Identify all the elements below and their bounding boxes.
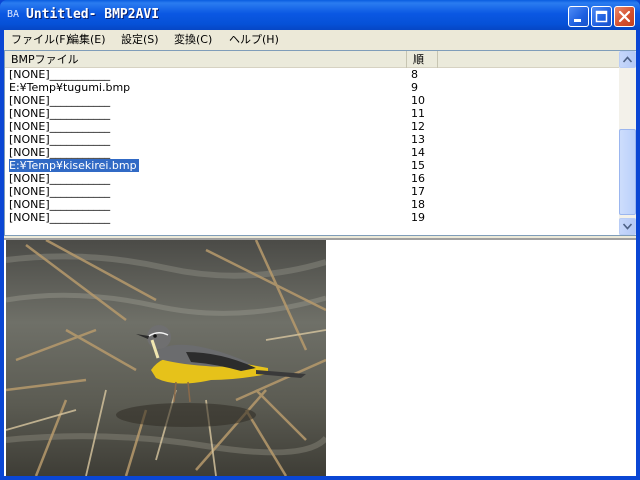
menu-help[interactable]: ヘルプ(H) — [226, 32, 282, 48]
order-cell: 16 — [411, 172, 425, 185]
title-bar[interactable]: BA Untitled- BMP2AVI — [0, 0, 640, 30]
app-window: BA Untitled- BMP2AVI ファイル(F) 編集(E) 設定(S)… — [0, 0, 640, 480]
order-cell: 15 — [411, 159, 425, 172]
bmp-file-cell: [NONE]___________ — [9, 107, 111, 120]
list-item[interactable]: [NONE]___________ 19 — [5, 211, 619, 224]
bmp-file-cell: [NONE]___________ — [9, 94, 111, 107]
bird-photo — [6, 240, 326, 476]
list-item[interactable]: [NONE]___________ 18 — [5, 198, 619, 211]
column-header-bmp-file[interactable]: BMPファイル — [5, 51, 407, 68]
bmp-file-cell: E:¥Temp¥kisekirei.bmp — [9, 159, 139, 172]
list-item[interactable]: [NONE]___________ 13 — [5, 133, 619, 146]
bmp-file-cell: [NONE]___________ — [9, 211, 111, 224]
window-title: Untitled- BMP2AVI — [26, 7, 160, 22]
order-cell: 17 — [411, 185, 425, 198]
image-preview-pane — [4, 238, 636, 476]
order-cell: 10 — [411, 94, 425, 107]
menu-file[interactable]: ファイル(F) — [8, 32, 73, 48]
list-item[interactable]: [NONE]___________ 10 — [5, 94, 619, 107]
list-item[interactable]: [NONE]___________ 12 — [5, 120, 619, 133]
list-rows: [NONE]___________ 8 E:¥Temp¥tugumi.bmp 9 [NO… — [5, 68, 619, 224]
bmp-file-cell: E:¥Temp¥tugumi.bmp — [9, 81, 131, 94]
bmp-file-cell: [NONE]___________ — [9, 133, 111, 146]
bmp-file-list[interactable]: BMPファイル 順 [NONE]___________ 8 E:¥Temp¥tugu… — [4, 50, 636, 236]
maximize-button[interactable] — [591, 6, 612, 27]
menu-settings[interactable]: 設定(S) — [118, 32, 162, 48]
close-icon — [618, 10, 631, 23]
scroll-down-button[interactable] — [619, 218, 636, 235]
bmp-file-cell: [NONE]___________ — [9, 120, 111, 133]
order-cell: 18 — [411, 198, 425, 211]
list-item[interactable]: [NONE]___________ 11 — [5, 107, 619, 120]
column-header-order[interactable]: 順 — [407, 51, 438, 68]
menu-convert[interactable]: 変換(C) — [171, 32, 215, 48]
vertical-scrollbar[interactable] — [619, 51, 636, 235]
list-item[interactable]: E:¥Temp¥kisekirei.bmp 15 — [5, 159, 619, 172]
minimize-button[interactable] — [568, 6, 589, 27]
order-cell: 19 — [411, 211, 425, 224]
order-cell: 13 — [411, 133, 425, 146]
minimize-icon — [574, 19, 581, 22]
client-area: ファイル(F) 編集(E) 設定(S) 変換(C) ヘルプ(H) BMPファイル… — [4, 30, 636, 476]
order-cell: 12 — [411, 120, 425, 133]
bmp-file-cell: [NONE]___________ — [9, 185, 111, 198]
bmp-file-cell: [NONE]___________ — [9, 198, 111, 211]
menu-edit[interactable]: 編集(E) — [65, 32, 109, 48]
list-item[interactable]: [NONE]___________ 16 — [5, 172, 619, 185]
maximize-icon — [595, 10, 608, 23]
list-item[interactable]: [NONE]___________ 17 — [5, 185, 619, 198]
list-header: BMPファイル 順 — [5, 51, 619, 68]
list-item[interactable]: E:¥Temp¥tugumi.bmp 9 — [5, 81, 619, 94]
arrow-down-icon — [623, 223, 632, 230]
scroll-thumb[interactable] — [619, 129, 636, 215]
close-button[interactable] — [614, 6, 635, 27]
list-item[interactable]: [NONE]___________ 14 — [5, 146, 619, 159]
app-icon[interactable]: BA — [7, 8, 23, 22]
bmp-file-cell: [NONE]___________ — [9, 172, 111, 185]
bmp-file-cell: [NONE]___________ — [9, 146, 111, 159]
order-cell: 8 — [411, 68, 418, 81]
bmp-file-cell: [NONE]___________ — [9, 68, 111, 81]
list-item[interactable]: [NONE]___________ 8 — [5, 68, 619, 81]
menu-bar: ファイル(F) 編集(E) 設定(S) 変換(C) ヘルプ(H) — [4, 30, 636, 50]
scroll-up-button[interactable] — [619, 51, 636, 68]
order-cell: 11 — [411, 107, 425, 120]
order-cell: 9 — [411, 81, 418, 94]
arrow-up-icon — [623, 56, 632, 63]
order-cell: 14 — [411, 146, 425, 159]
